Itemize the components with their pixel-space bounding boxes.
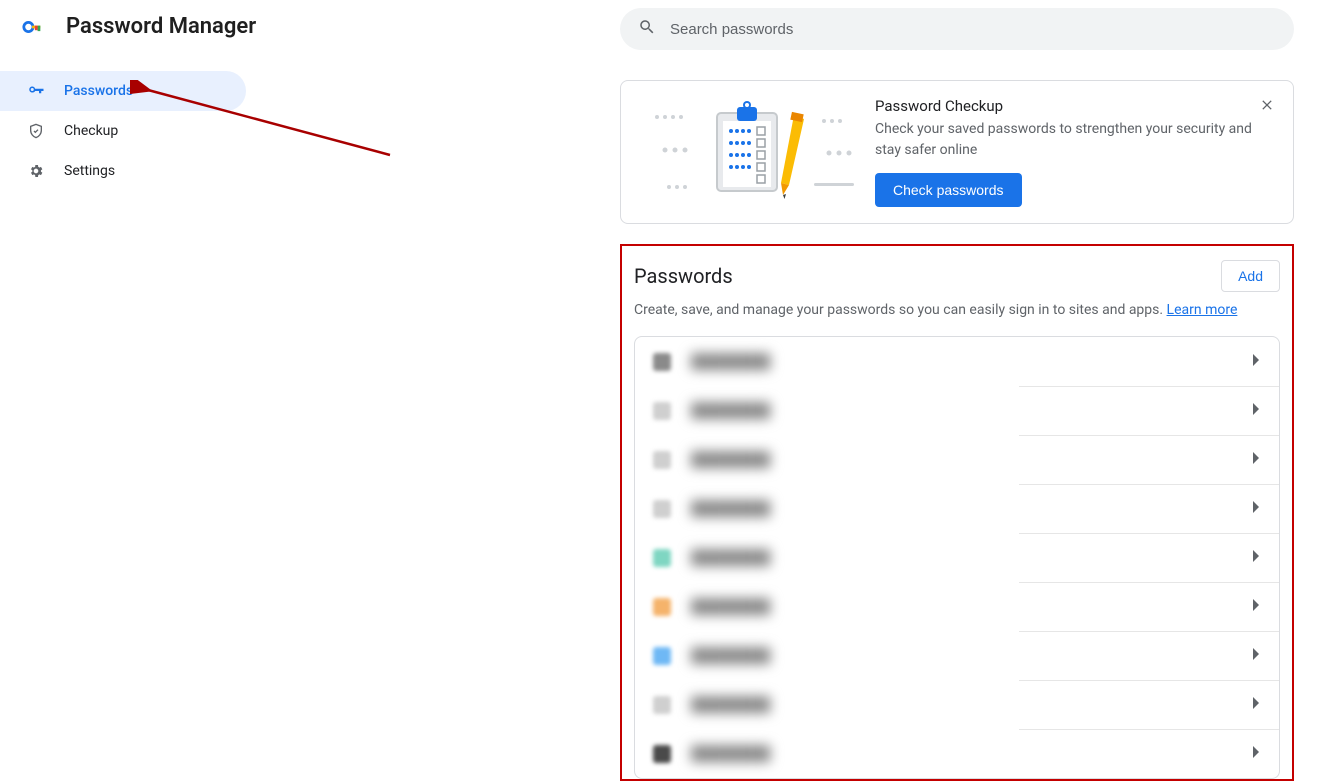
gear-icon xyxy=(26,163,46,179)
password-item-label: ████████ xyxy=(691,745,1253,762)
passwords-section-subtitle: Create, save, and manage your passwords … xyxy=(634,302,1280,318)
site-favicon-icon xyxy=(653,647,671,665)
password-list-item[interactable]: ████████ xyxy=(635,631,1279,680)
password-list-item[interactable]: ████████ xyxy=(635,435,1279,484)
sidebar-item-label: Settings xyxy=(64,163,115,179)
password-item-label: ████████ xyxy=(691,647,1253,664)
close-icon[interactable] xyxy=(1253,91,1281,119)
checkup-card-description: Check your saved passwords to strengthen… xyxy=(875,119,1275,161)
passwords-subtitle-text: Create, save, and manage your passwords … xyxy=(634,302,1167,318)
chevron-right-icon xyxy=(1253,599,1261,615)
passwords-list: ████████ ████████ ████████ ████████ ████████… xyxy=(634,336,1280,779)
password-item-label: ████████ xyxy=(691,500,1253,517)
chevron-right-icon xyxy=(1253,452,1261,468)
site-favicon-icon xyxy=(653,696,671,714)
main-content: Password Checkup Check your saved passwo… xyxy=(620,8,1294,781)
passwords-section-highlight: Passwords Add Create, save, and manage y… xyxy=(620,244,1294,781)
site-favicon-icon xyxy=(653,353,671,371)
search-icon xyxy=(638,18,656,40)
add-password-button[interactable]: Add xyxy=(1221,260,1280,292)
chevron-right-icon xyxy=(1253,501,1261,517)
chevron-right-icon xyxy=(1253,550,1261,566)
chevron-right-icon xyxy=(1253,648,1261,664)
chevron-right-icon xyxy=(1253,697,1261,713)
checkup-card-title: Password Checkup xyxy=(875,97,1275,115)
shield-check-icon xyxy=(26,123,46,139)
password-list-item[interactable]: ████████ xyxy=(635,680,1279,729)
password-list-item[interactable]: ████████ xyxy=(635,582,1279,631)
sidebar-item-settings[interactable]: Settings xyxy=(0,151,246,191)
site-favicon-icon xyxy=(653,500,671,518)
sidebar-item-label: Checkup xyxy=(64,123,118,139)
check-passwords-button[interactable]: Check passwords xyxy=(875,173,1022,207)
page-title: Password Manager xyxy=(66,14,256,39)
sidebar-item-passwords[interactable]: Passwords xyxy=(0,71,246,111)
password-list-item[interactable]: ████████ xyxy=(635,484,1279,533)
password-item-label: ████████ xyxy=(691,451,1253,468)
site-favicon-icon xyxy=(653,549,671,567)
password-list-item[interactable]: ████████ xyxy=(635,533,1279,582)
site-favicon-icon xyxy=(653,598,671,616)
search-input[interactable] xyxy=(670,21,1276,38)
chevron-right-icon xyxy=(1253,746,1261,762)
passwords-section-title: Passwords xyxy=(634,264,733,288)
password-checkup-card: Password Checkup Check your saved passwo… xyxy=(620,80,1294,224)
password-item-label: ████████ xyxy=(691,696,1253,713)
password-item-label: ████████ xyxy=(691,402,1253,419)
sidebar: Passwords Checkup Settings xyxy=(0,53,260,191)
sidebar-item-label: Passwords xyxy=(64,83,133,99)
password-manager-logo-icon xyxy=(22,16,44,38)
site-favicon-icon xyxy=(653,402,671,420)
password-list-item[interactable]: ████████ xyxy=(635,386,1279,435)
password-list-item[interactable]: ████████ xyxy=(635,337,1279,386)
site-favicon-icon xyxy=(653,745,671,763)
search-bar[interactable] xyxy=(620,8,1294,50)
password-item-label: ████████ xyxy=(691,598,1253,615)
password-item-label: ████████ xyxy=(691,353,1253,370)
learn-more-link[interactable]: Learn more xyxy=(1167,302,1238,318)
site-favicon-icon xyxy=(653,451,671,469)
chevron-right-icon xyxy=(1253,403,1261,419)
checkup-illustration-icon xyxy=(639,97,869,202)
password-list-item[interactable]: ████████ xyxy=(635,729,1279,778)
sidebar-item-checkup[interactable]: Checkup xyxy=(0,111,246,151)
key-icon xyxy=(26,82,46,100)
chevron-right-icon xyxy=(1253,354,1261,370)
password-item-label: ████████ xyxy=(691,549,1253,566)
